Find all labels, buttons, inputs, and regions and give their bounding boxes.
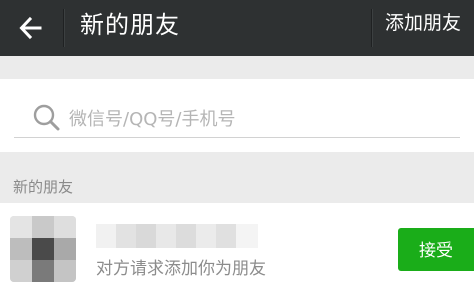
accept-button[interactable]: 接受: [398, 228, 474, 271]
top-bar: 新的朋友 添加朋友: [0, 0, 474, 56]
arrow-left-icon: [18, 15, 44, 41]
friend-request-row[interactable]: 对方请求添加你为朋友 接受: [0, 203, 474, 295]
request-message: 对方请求添加你为朋友: [96, 259, 266, 279]
avatar[interactable]: [10, 216, 76, 282]
page-title: 新的朋友: [80, 11, 180, 39]
requester-name-redacted: [96, 224, 258, 248]
search-icon: [32, 103, 62, 137]
search-panel: 微信号/QQ号/手机号: [0, 79, 474, 152]
search-input[interactable]: 微信号/QQ号/手机号: [14, 95, 460, 138]
back-button[interactable]: [0, 0, 62, 56]
header-divider: [63, 9, 64, 47]
section-label: 新的朋友: [13, 178, 74, 196]
search-placeholder: 微信号/QQ号/手机号: [69, 109, 236, 130]
add-friend-button[interactable]: 添加朋友: [372, 0, 474, 56]
